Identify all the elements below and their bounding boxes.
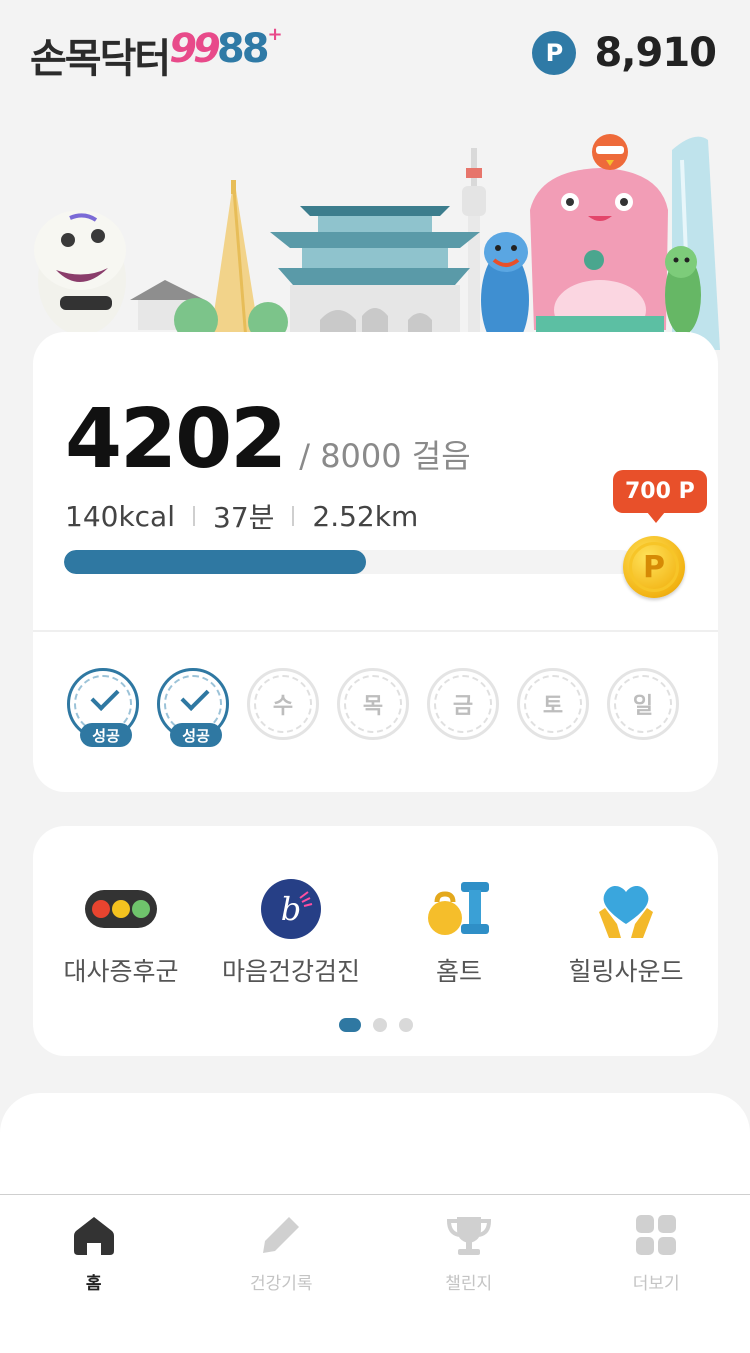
day-status-4[interactable]: 목 xyxy=(337,668,409,740)
activity-stats: 140kcal 37분 2.52km xyxy=(65,496,418,536)
bird-mascot-icon xyxy=(592,134,628,170)
step-progress-bar xyxy=(64,550,634,574)
day-label: 목 xyxy=(340,671,406,737)
heart-hands-icon xyxy=(588,878,664,940)
trophy-icon xyxy=(447,1213,491,1257)
home-icon xyxy=(72,1213,116,1257)
distance-value: 2.52km xyxy=(312,500,418,533)
pagination-dot[interactable] xyxy=(399,1018,413,1032)
service-metabolic[interactable]: 대사증후군 xyxy=(36,878,206,988)
mind-check-icon: b xyxy=(253,878,329,940)
day-status-1[interactable]: 성공 xyxy=(67,668,139,740)
step-card[interactable]: 4202 / 8000 걸음 140kcal 37분 2.52km 700 P … xyxy=(33,332,718,792)
day-label: 토 xyxy=(520,671,586,737)
tab-home[interactable]: 홈 xyxy=(0,1195,188,1295)
points-balance[interactable]: P 8,910 xyxy=(532,30,716,76)
service-mind-check[interactable]: b 마음건강검진 xyxy=(206,878,376,988)
stat-divider xyxy=(292,506,294,526)
day-status-5[interactable]: 금 xyxy=(427,668,499,740)
check-icon xyxy=(181,682,210,711)
success-tag: 성공 xyxy=(80,723,132,747)
day-status-6[interactable]: 토 xyxy=(517,668,589,740)
coin-symbol: P xyxy=(629,542,679,592)
day-label: 금 xyxy=(430,671,496,737)
app-header: 손목닥터 99 88 + P 8,910 xyxy=(0,0,750,110)
tab-label: 챌린지 xyxy=(445,1269,492,1294)
tab-more[interactable]: 더보기 xyxy=(563,1195,750,1295)
duration-value: 37분 xyxy=(213,496,274,536)
svg-text:b: b xyxy=(281,890,301,928)
kettlebell-dumbbell-icon xyxy=(421,878,497,940)
service-home-training[interactable]: 홈트 xyxy=(374,878,544,988)
service-healing-sound[interactable]: 힐링사운드 xyxy=(541,878,711,988)
point-icon: P xyxy=(532,31,576,75)
service-label: 대사증후군 xyxy=(63,952,178,988)
tab-health-record[interactable]: 건강기록 xyxy=(188,1195,376,1295)
pink-monster-icon xyxy=(530,168,668,340)
tab-label: 홈 xyxy=(86,1269,102,1294)
app-logo[interactable]: 손목닥터 99 88 + xyxy=(30,26,281,84)
stat-divider xyxy=(193,506,195,526)
grid-icon xyxy=(634,1213,678,1257)
day-status-7[interactable]: 일 xyxy=(607,668,679,740)
bottom-tab-bar: 홈 건강기록 챌린지 더보기 xyxy=(0,1194,750,1295)
day-status-2[interactable]: 성공 xyxy=(157,668,229,740)
tab-challenge[interactable]: 챌린지 xyxy=(375,1195,563,1295)
tab-label: 건강기록 xyxy=(250,1269,313,1294)
palace-gate-icon xyxy=(270,206,480,350)
card-divider xyxy=(33,630,718,632)
weekly-status: 성공성공 수목금토일 xyxy=(67,668,679,740)
check-icon xyxy=(91,682,120,711)
pagination-dot[interactable] xyxy=(339,1018,361,1032)
hero-illustration xyxy=(0,120,750,350)
logo-text: 손목닥터 xyxy=(30,26,169,84)
tv-tower-icon xyxy=(462,148,486,350)
reward-bubble: 700 P xyxy=(613,470,707,513)
calories-value: 140kcal xyxy=(65,500,175,533)
point-coin-icon[interactable]: P xyxy=(623,536,685,598)
service-label: 힐링사운드 xyxy=(568,952,683,988)
tab-label: 더보기 xyxy=(633,1269,680,1294)
service-label: 홈트 xyxy=(436,952,482,988)
step-progress-fill xyxy=(64,550,366,574)
step-goal: / 8000 걸음 xyxy=(299,431,470,477)
step-count: 4202 xyxy=(65,392,285,487)
day-label: 일 xyxy=(610,671,676,737)
traffic-light-icon xyxy=(83,878,159,940)
step-summary: 4202 / 8000 걸음 xyxy=(65,392,471,487)
day-status-3[interactable]: 수 xyxy=(247,668,319,740)
day-label: 수 xyxy=(250,671,316,737)
pencil-icon xyxy=(259,1213,303,1257)
pagination-dot[interactable] xyxy=(373,1018,387,1032)
logo-88: 88 xyxy=(217,26,267,72)
services-carousel[interactable]: 대사증후군 b 마음건강검진 홈트 xyxy=(33,826,718,1056)
tiger-mascot-icon xyxy=(34,210,126,335)
logo-99: 99 xyxy=(169,26,217,72)
carousel-pagination xyxy=(339,1018,413,1032)
logo-plus: + xyxy=(268,24,281,45)
success-tag: 성공 xyxy=(170,723,222,747)
service-label: 마음건강검진 xyxy=(222,952,360,988)
points-value: 8,910 xyxy=(594,30,716,76)
green-dino-icon xyxy=(665,246,701,335)
